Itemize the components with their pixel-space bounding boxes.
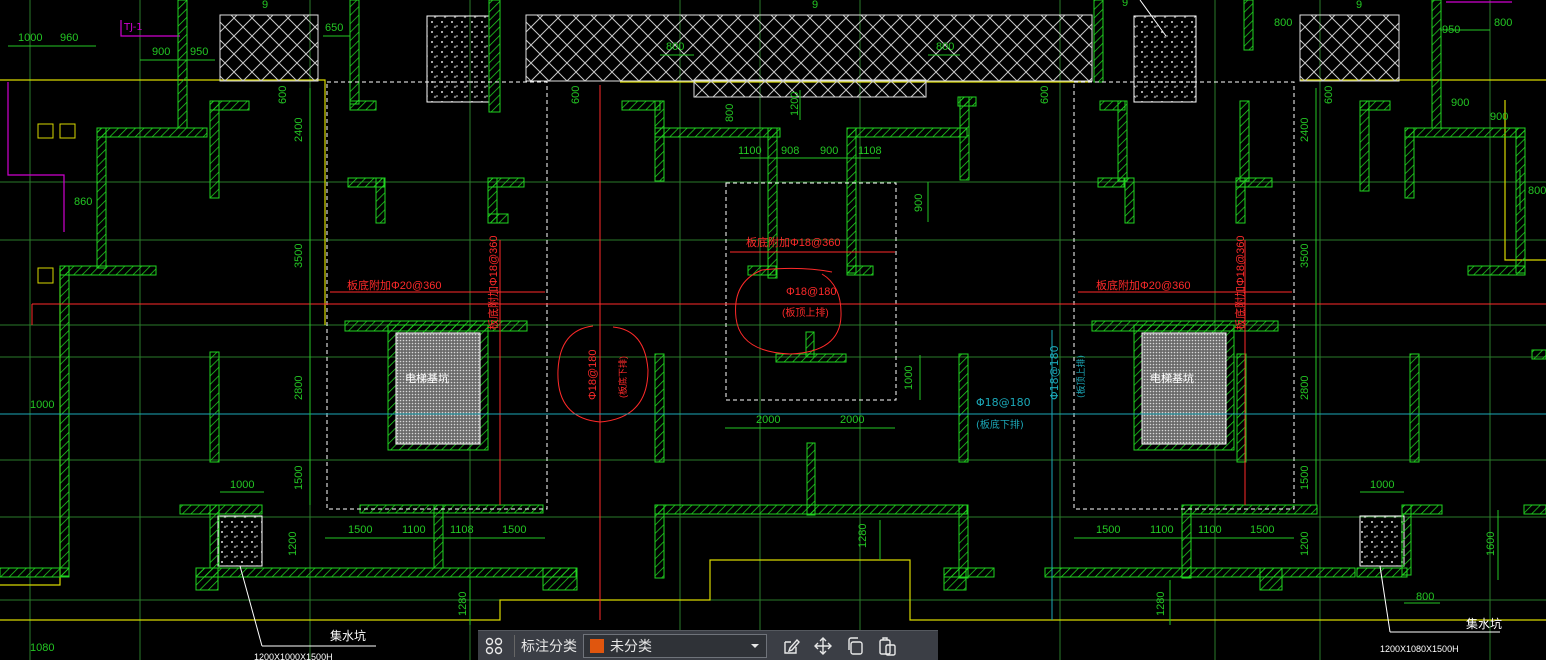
edit-icon[interactable] [780,635,802,657]
dimension-text: 1500 [1096,524,1120,536]
dimension-text: 2000 [756,414,780,426]
circle1-note-2: (板底下排) [617,356,628,398]
dimension-text: 1280 [1155,592,1167,616]
dimension-text: 2800 [1299,376,1311,400]
sump-right-block [1359,515,1405,567]
dimension-text: 800 [724,104,736,122]
dimension-text: 1000 [230,479,254,491]
move-icon[interactable] [812,635,834,657]
dimension-text: 950 [190,46,208,58]
category-value: 未分类 [610,638,652,655]
toolbar-divider [514,634,515,657]
rebar-left-v-note: 板底附加Φ18@360 [486,235,500,330]
dimension-text: 1000 [18,32,42,44]
dimension-text: 1100 [1150,524,1174,536]
dimension-text: 9 [812,0,818,11]
elevator-pit-left: 电梯基坑 [387,324,489,451]
dimension-text: 800 [1528,185,1546,197]
paste-icon[interactable] [876,635,898,657]
cad-drawing-canvas[interactable]: TJ-1 电梯基坑 电梯基坑 板底附加Φ20@360 板底附加Φ20@360 板… [0,0,1546,660]
cross-hatch-zones [219,14,1400,98]
category-select[interactable]: 未分类 [583,633,767,658]
dimension-text: 1280 [457,592,469,616]
dimension-text: 1108 [858,145,882,157]
dimension-text: 800 [936,41,954,53]
sump-left-block [217,515,263,567]
circle1-note-1: Φ18@180 [587,349,599,400]
dimension-text: 900 [1451,97,1469,109]
dimension-text: 1600 [1485,532,1497,556]
rebar-right-note: 板底附加Φ20@360 [1096,278,1191,292]
dimension-text: 1100 [402,524,426,536]
dimension-text: 960 [60,32,78,44]
dimension-text: 1080 [30,642,54,654]
dimension-text: 800 [1494,17,1512,29]
dimension-text: 1500 [502,524,526,536]
dimension-text: 1000 [903,366,915,390]
sump-right-size: 1200X1080X1500H [1380,644,1459,654]
dimension-text: 1000 [30,399,54,411]
dimension-text: 900 [820,145,838,157]
dimension-text: 2800 [293,376,305,400]
dimension-text: 9 [1356,0,1362,11]
dimension-text: 1100 [1198,524,1222,536]
apps-grid-icon[interactable] [483,635,505,657]
cyan-note-2: (板底下排) [976,418,1024,431]
elev-pit-right-label: 电梯基坑 [1150,371,1194,385]
elev-pit-left-label: 电梯基坑 [405,371,449,385]
marker-tl: TJ-1 [123,22,143,33]
dimension-text: 2000 [840,414,864,426]
dimension-text: 800 [666,41,684,53]
dimension-text: 600 [570,86,582,104]
sump-left-label: 集水坑 [330,628,366,643]
dimension-text: 1200 [789,92,801,116]
dimension-text: 3500 [293,244,305,268]
circle2-note-2: (板顶上排) [782,306,829,319]
red-circle-1 [557,325,649,423]
cyan-note-1: Φ18@180 [976,396,1031,409]
dimension-text: 1500 [1250,524,1274,536]
dimension-text: 1500 [348,524,372,536]
rebar-left-note: 板底附加Φ20@360 [347,278,442,292]
dimension-text: 3500 [1299,244,1311,268]
dimension-text: 600 [277,86,289,104]
dimension-text: 9 [1122,0,1128,9]
dimension-text: 1500 [293,466,305,490]
rebar-right-v-note: 板底附加Φ18@360 [1233,235,1247,330]
dimension-text: 600 [1039,86,1051,104]
dimension-text: 1280 [857,524,869,548]
category-color-swatch [590,638,604,653]
dimension-text: 600 [1323,86,1335,104]
dimension-text: 900 [913,194,925,212]
dimension-text: 800 [1274,17,1292,29]
elevator-pit-right: 电梯基坑 [1133,324,1235,451]
cyan-v-note-1: Φ18@180 [1048,345,1061,400]
circle2-note-1: Φ18@180 [786,286,837,298]
category-label: 标注分类 [521,638,577,655]
dimension-text: 1108 [450,524,474,536]
chevron-down-icon [750,638,760,654]
copy-icon[interactable] [844,635,866,657]
dimension-text: 1100 [738,145,762,157]
rebar-center-note: 板底附加Φ18@360 [746,235,841,249]
dimension-text: 900 [1490,111,1508,123]
dimension-text: 1500 [1299,466,1311,490]
dimension-text: 650 [325,22,343,34]
dimension-text: 9 [262,0,268,11]
dimension-text: 800 [1416,591,1434,603]
dimension-text: 2400 [1299,118,1311,142]
annotation-toolbar: 标注分类 未分类 [478,630,938,660]
dimension-text: 908 [781,145,799,157]
dimension-text: 950 [1442,24,1460,36]
dimension-text: 1200 [287,532,299,556]
dimension-text: 2400 [293,118,305,142]
dimension-text: 860 [74,196,92,208]
dimension-text: 1000 [1370,479,1394,491]
sump-left-size: 1200X1000X1500H [254,652,333,660]
sump-right-label: 集水坑 [1466,616,1502,631]
cyan-v-note-2: (板顶上排) [1075,355,1087,398]
dimension-text: 1200 [1299,532,1311,556]
symbols [37,123,76,284]
dimension-text: 900 [152,46,170,58]
